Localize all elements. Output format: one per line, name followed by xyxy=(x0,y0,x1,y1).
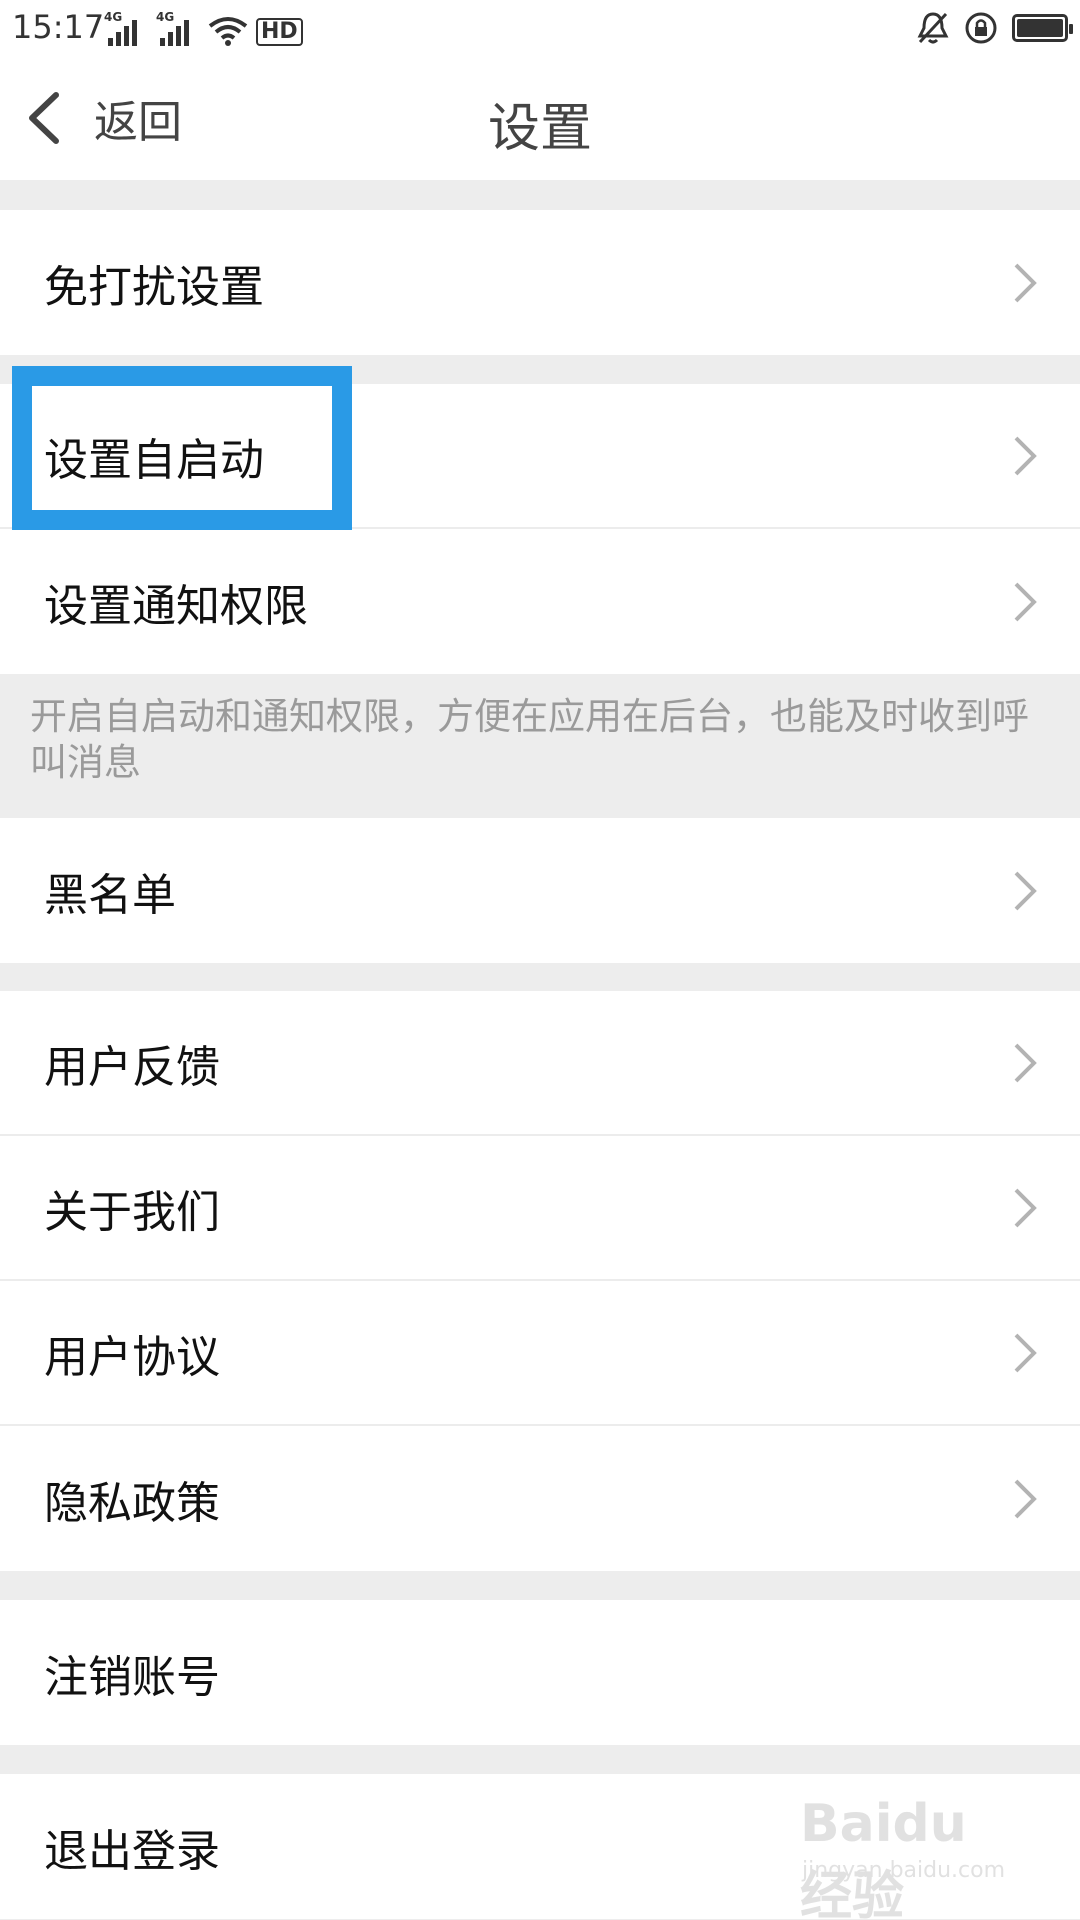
watermark-url: jingyan.baidu.com xyxy=(802,1858,1006,1883)
bell-muted-icon xyxy=(917,12,949,44)
row-about-us[interactable]: 关于我们 xyxy=(0,1136,1080,1281)
row-label: 关于我们 xyxy=(44,1186,220,1238)
row-privacy-policy[interactable]: 隐私政策 xyxy=(0,1426,1080,1571)
settings-group-5: 注销账号 xyxy=(0,1600,1080,1745)
status-right-icons xyxy=(916,8,1073,48)
row-blacklist[interactable]: 黑名单 xyxy=(0,818,1080,963)
signal-icon: 4G xyxy=(104,10,148,46)
page-title: 设置 xyxy=(487,99,592,159)
chevron-right-icon xyxy=(1014,1043,1037,1082)
watermark-logo: Baidu 经验 xyxy=(800,1794,967,1920)
chevron-right-icon xyxy=(1014,1333,1037,1372)
row-user-agreement[interactable]: 用户协议 xyxy=(0,1281,1080,1426)
row-feedback[interactable]: 用户反馈 xyxy=(0,991,1080,1136)
baidu-watermark: Baidu 经验 jingyan.baidu.com xyxy=(800,1786,1030,1920)
row-label: 黑名单 xyxy=(44,869,176,921)
chevron-right-icon xyxy=(1014,871,1037,910)
chevron-right-icon xyxy=(1014,1479,1037,1518)
row-delete-account[interactable]: 注销账号 xyxy=(0,1600,1080,1745)
chevron-right-icon xyxy=(1014,263,1037,302)
chevron-right-icon xyxy=(1014,436,1037,475)
row-label: 用户反馈 xyxy=(44,1041,220,1093)
header-bar: 返回 设置 xyxy=(0,56,1080,180)
status-bar: 15:17 4G 4G HD xyxy=(0,0,1080,56)
settings-group-4: 用户反馈 关于我们 用户协议 隐私政策 xyxy=(0,991,1080,1571)
chevron-right-icon xyxy=(1014,1188,1037,1227)
hd-icon: HD xyxy=(256,18,303,46)
wifi-icon xyxy=(208,17,248,46)
settings-group-1: 免打扰设置 xyxy=(0,210,1080,355)
settings-group-3: 黑名单 xyxy=(0,818,1080,963)
row-label: 免打扰设置 xyxy=(44,261,264,313)
status-left-icons: 4G 4G HD xyxy=(104,10,303,46)
battery-icon xyxy=(1012,14,1073,42)
status-time: 15:17 xyxy=(12,8,105,46)
permission-hint-text: 开启自启动和通知权限，方便在应用在后台，也能及时收到呼叫消息 xyxy=(30,695,1029,784)
row-notification-permission[interactable]: 设置通知权限 xyxy=(0,529,1080,674)
row-do-not-disturb[interactable]: 免打扰设置 xyxy=(0,210,1080,355)
row-label: 隐私政策 xyxy=(44,1477,220,1529)
signal-icon: 4G xyxy=(156,10,200,46)
row-label: 退出登录 xyxy=(44,1825,220,1877)
row-label: 注销账号 xyxy=(44,1651,220,1703)
permission-hint: 开启自启动和通知权限，方便在应用在后台，也能及时收到呼叫消息 xyxy=(0,674,1080,818)
row-label: 设置通知权限 xyxy=(44,580,308,632)
row-label: 用户协议 xyxy=(44,1331,220,1383)
highlight-box xyxy=(12,366,352,530)
chevron-right-icon xyxy=(1014,582,1037,621)
rotation-lock-icon xyxy=(965,12,997,44)
